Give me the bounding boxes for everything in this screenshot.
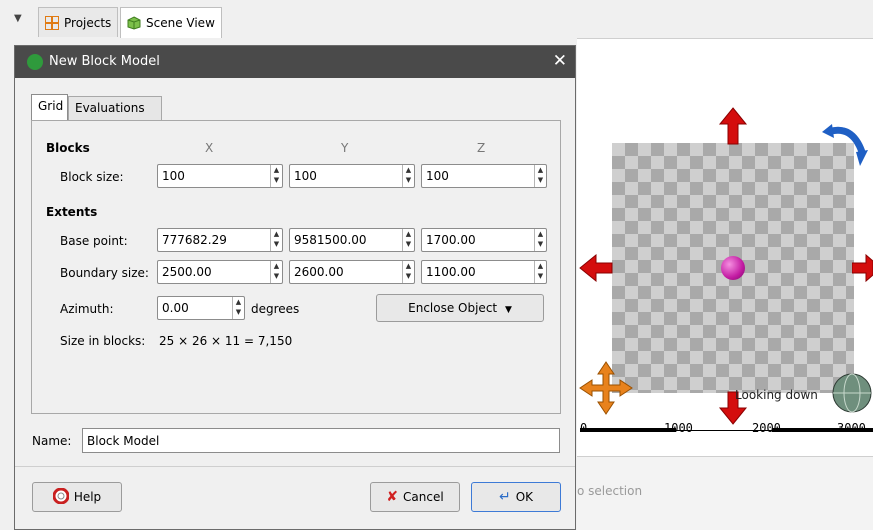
- block-size-x-value: 100: [162, 169, 185, 183]
- spin-arrows-icon[interactable]: ▲ ▼: [534, 229, 546, 251]
- name-label: Name:: [32, 434, 72, 448]
- block-size-z-input[interactable]: 100 ▲ ▼: [421, 164, 547, 188]
- azimuth-value: 0.00: [162, 301, 189, 315]
- boundary-size-y-value: 2600.00: [294, 265, 344, 279]
- rotate-handle-icon[interactable]: [822, 122, 868, 170]
- boundary-size-y-input[interactable]: 2600.00 ▲ ▼: [289, 260, 415, 284]
- ok-button[interactable]: ↵ OK: [471, 482, 561, 512]
- column-header-x: X: [205, 141, 214, 155]
- column-header-y: Y: [341, 141, 349, 155]
- no-selection-text: o selection: [577, 484, 643, 498]
- block-size-label: Block size:: [60, 170, 124, 184]
- dialog-title: New Block Model: [49, 54, 160, 69]
- view-orientation-globe-icon[interactable]: [830, 370, 873, 416]
- spin-arrows-icon[interactable]: ▲ ▼: [232, 297, 244, 319]
- spin-arrows-icon[interactable]: ▲ ▼: [534, 165, 546, 187]
- close-icon[interactable]: ✕: [553, 51, 567, 71]
- ok-label: OK: [515, 490, 534, 504]
- arrow-left-handle[interactable]: [578, 253, 614, 283]
- block-size-z-value: 100: [426, 169, 449, 183]
- azimuth-label: Azimuth:: [60, 302, 114, 316]
- spin-arrows-icon[interactable]: ▲ ▼: [270, 229, 282, 251]
- help-lifebuoy-icon: [52, 487, 70, 507]
- size-in-blocks-value: 25 × 26 × 11 = 7,150: [159, 334, 293, 348]
- size-in-blocks-label: Size in blocks:: [60, 334, 146, 348]
- cancel-x-icon: ✘: [386, 489, 399, 505]
- spin-arrows-icon[interactable]: ▲ ▼: [402, 261, 414, 283]
- tab-scene-view-label: Scene View: [146, 16, 215, 30]
- boundary-size-z-input[interactable]: 1100.00 ▲ ▼: [421, 260, 547, 284]
- boundary-size-x-input[interactable]: 2500.00 ▲ ▼: [157, 260, 283, 284]
- base-point-y-input[interactable]: 9581500.00 ▲ ▼: [289, 228, 415, 252]
- spin-arrows-icon[interactable]: ▲ ▼: [402, 165, 414, 187]
- help-button[interactable]: Help: [32, 482, 122, 512]
- tab-projects-label: Projects: [64, 15, 112, 30]
- spin-arrows-icon[interactable]: ▲ ▼: [534, 261, 546, 283]
- dialog-separator: [15, 466, 575, 467]
- arrow-up-handle[interactable]: [718, 106, 748, 146]
- boundary-size-z-value: 1100.00: [426, 265, 476, 279]
- enclose-object-button[interactable]: Enclose Object ▼: [376, 294, 544, 322]
- tab-evaluations[interactable]: Evaluations: [68, 96, 162, 120]
- arrow-right-handle[interactable]: [852, 253, 873, 283]
- spin-arrows-icon[interactable]: ▲ ▼: [270, 261, 282, 283]
- tab-projects[interactable]: Projects: [38, 7, 119, 37]
- column-header-z: Z: [477, 141, 486, 155]
- tab-scene-view[interactable]: Scene View: [120, 7, 222, 38]
- block-size-x-input[interactable]: 100 ▲ ▼: [157, 164, 283, 188]
- tab-menu-chevron-icon[interactable]: ▼: [14, 13, 22, 24]
- azimuth-input[interactable]: 0.00 ▲ ▼: [157, 296, 245, 320]
- boundary-size-x-value: 2500.00: [162, 265, 212, 279]
- base-point-y-value: 9581500.00: [294, 233, 367, 247]
- tab-grid[interactable]: Grid: [31, 94, 68, 120]
- boundary-size-label: Boundary size:: [60, 266, 149, 280]
- enclose-object-label: Enclose Object: [408, 301, 498, 315]
- projects-icon: [45, 15, 59, 30]
- blocks-heading: Blocks: [46, 141, 90, 155]
- scale-label: 1000: [664, 421, 693, 435]
- center-handle[interactable]: [721, 256, 745, 280]
- base-point-label: Base point:: [60, 234, 128, 248]
- dropdown-arrow-icon: ▼: [504, 305, 512, 315]
- view-orientation-label: Looking down: [735, 388, 818, 402]
- base-point-z-input[interactable]: 1700.00 ▲ ▼: [421, 228, 547, 252]
- base-point-x-value: 777682.29: [162, 233, 227, 247]
- scale-label: 0: [580, 421, 588, 435]
- name-input-value: Block Model: [87, 434, 160, 448]
- move-handle-icon[interactable]: [578, 360, 634, 416]
- block-size-y-input[interactable]: 100 ▲ ▼: [289, 164, 415, 188]
- spin-arrows-icon[interactable]: ▲ ▼: [402, 229, 414, 251]
- dialog-titlebar[interactable]: New Block Model ✕: [15, 46, 575, 78]
- scale-label: 3000: [837, 421, 866, 435]
- extents-heading: Extents: [46, 205, 98, 219]
- block-size-y-value: 100: [294, 169, 317, 183]
- spin-arrows-icon[interactable]: ▲ ▼: [270, 165, 282, 187]
- document-tab-strip: ▼ Projects Scene View: [0, 0, 873, 38]
- base-point-x-input[interactable]: 777682.29 ▲ ▼: [157, 228, 283, 252]
- cancel-button[interactable]: ✘ Cancel: [370, 482, 460, 512]
- ok-enter-icon: ↵: [498, 489, 511, 505]
- new-block-model-dialog: New Block Model ✕ Grid Evaluations Block…: [14, 45, 576, 530]
- leapfrog-app-icon: [27, 54, 43, 70]
- help-label: Help: [73, 490, 102, 504]
- scale-bar-segment: [580, 428, 676, 432]
- azimuth-unit-label: degrees: [251, 302, 300, 316]
- scene-view-icon: [127, 16, 141, 30]
- cancel-label: Cancel: [403, 490, 444, 504]
- scale-label: 2000: [752, 421, 781, 435]
- name-input[interactable]: Block Model: [82, 428, 560, 453]
- base-point-z-value: 1700.00: [426, 233, 476, 247]
